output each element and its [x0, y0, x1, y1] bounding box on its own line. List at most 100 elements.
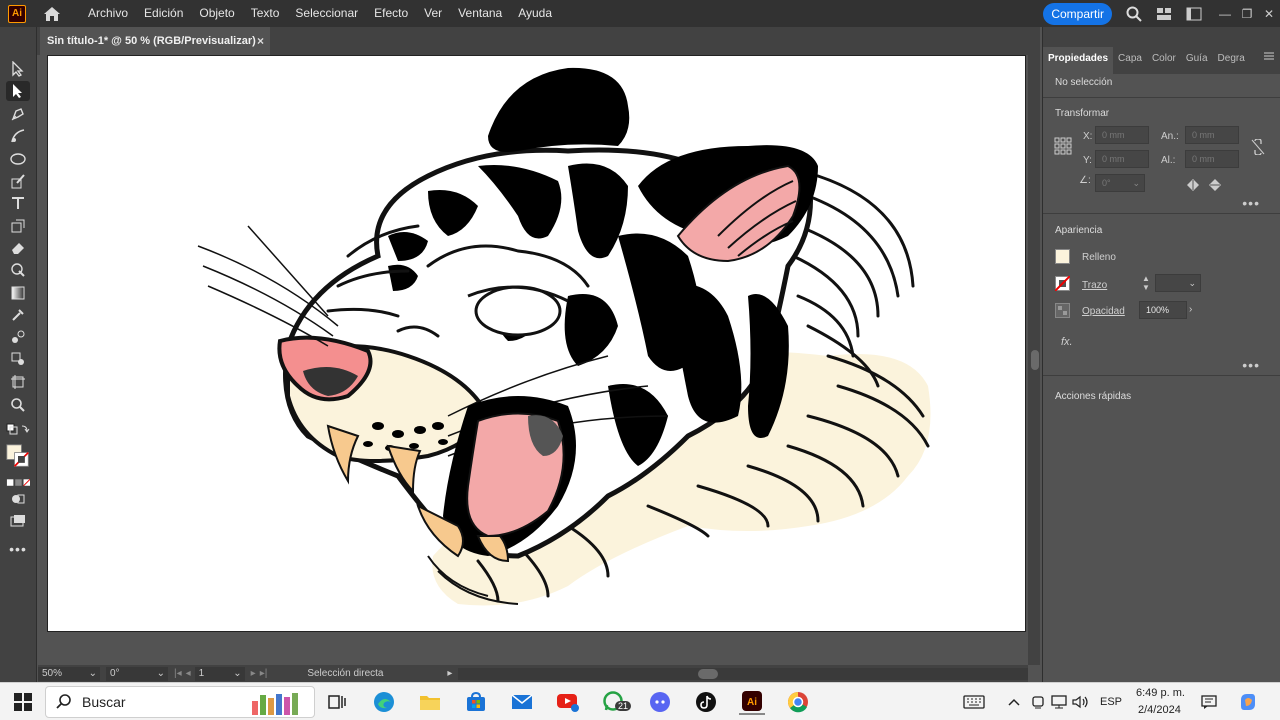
- menu-ayuda[interactable]: Ayuda: [510, 0, 560, 27]
- width-field[interactable]: 0 mm: [1185, 126, 1239, 144]
- y-field[interactable]: 0 mm: [1095, 150, 1149, 168]
- curvature-tool-icon[interactable]: [6, 126, 30, 146]
- next-artboard-icon[interactable]: ▸: [251, 668, 256, 679]
- menu-efecto[interactable]: Efecto: [366, 0, 416, 27]
- menu-texto[interactable]: Texto: [243, 0, 288, 27]
- search-icon[interactable]: [1124, 4, 1144, 24]
- clock-date[interactable]: 2/4/2024: [1138, 704, 1181, 716]
- tiger-illustration[interactable]: [48, 56, 1026, 632]
- previous-artboard-icon[interactable]: ◂: [186, 668, 191, 679]
- gradient-tool-icon[interactable]: [6, 283, 30, 303]
- tab-capas[interactable]: Capa: [1113, 53, 1147, 74]
- artboard-number-field[interactable]: 1 ⌄: [194, 666, 245, 681]
- horizontal-scrollbar[interactable]: [458, 667, 1028, 680]
- tab-propiedades[interactable]: Propiedades: [1043, 47, 1114, 74]
- pen-tool-icon[interactable]: [6, 104, 30, 124]
- fill-stroke-swatch[interactable]: [6, 441, 30, 471]
- type-tool-icon[interactable]: [6, 193, 30, 213]
- clock-time[interactable]: 6:49 p. m.: [1136, 687, 1185, 699]
- windows-start-icon[interactable]: [10, 689, 36, 715]
- artboard-tool-icon[interactable]: [6, 372, 30, 392]
- stroke-weight-dropdown-icon[interactable]: ⌄: [1188, 275, 1196, 291]
- document-tab[interactable]: Sin título-1* @ 50 % (RGB/Previsualizar)…: [40, 27, 270, 55]
- canvas-vertical-scrollbar[interactable]: [1028, 55, 1040, 665]
- first-artboard-icon[interactable]: |◂: [174, 668, 182, 679]
- keyboard-icon[interactable]: [961, 689, 987, 715]
- show-hidden-icons[interactable]: [1004, 689, 1024, 715]
- blend-tool-icon[interactable]: [6, 327, 30, 347]
- whatsapp-icon[interactable]: 21: [601, 689, 632, 715]
- close-window-icon[interactable]: ✕: [1258, 0, 1280, 27]
- discord-icon[interactable]: [647, 689, 673, 715]
- file-explorer-icon[interactable]: [417, 689, 443, 715]
- arrange-documents-icon[interactable]: [1154, 4, 1174, 24]
- zoom-dropdown-icon[interactable]: ⌄: [89, 667, 97, 681]
- meet-now-icon[interactable]: [1028, 689, 1048, 715]
- language-indicator[interactable]: ESP: [1100, 696, 1122, 708]
- reference-point-icon[interactable]: [1054, 137, 1072, 160]
- copilot-icon[interactable]: [1236, 689, 1260, 715]
- stroke-weight-field[interactable]: ⌄: [1155, 274, 1201, 292]
- opacity-arrow-icon[interactable]: ›: [1189, 304, 1192, 315]
- zoom-tool-icon[interactable]: [6, 395, 30, 415]
- network-icon[interactable]: [1049, 689, 1069, 715]
- stroke-weight-stepper[interactable]: ▲ ▼: [1139, 274, 1153, 292]
- status-menu-arrow-icon[interactable]: ▸: [447, 668, 452, 679]
- menu-objeto[interactable]: Objeto: [191, 0, 242, 27]
- menu-seleccionar[interactable]: Seleccionar: [287, 0, 366, 27]
- canvas-area[interactable]: [38, 55, 1028, 665]
- artboard[interactable]: [47, 55, 1026, 632]
- restore-icon[interactable]: ❐: [1236, 0, 1258, 27]
- rotation-field[interactable]: 0° ⌄: [106, 666, 168, 681]
- chrome-icon[interactable]: [785, 689, 811, 715]
- opacity-field[interactable]: 100%: [1139, 301, 1187, 319]
- notifications-icon[interactable]: [1198, 689, 1220, 715]
- close-tab-icon[interactable]: ×: [257, 34, 264, 48]
- direct-selection-tool-icon[interactable]: [6, 81, 30, 101]
- tab-degradado[interactable]: Degra: [1213, 53, 1250, 74]
- flip-horizontal-icon[interactable]: [1186, 178, 1200, 196]
- constrain-proportions-icon[interactable]: [1251, 138, 1265, 160]
- edge-browser-icon[interactable]: [371, 689, 397, 715]
- youtube-app-icon[interactable]: [555, 689, 581, 715]
- tab-guia[interactable]: Guía: [1181, 53, 1213, 74]
- menu-edicion[interactable]: Edición: [136, 0, 191, 27]
- symbol-sprayer-tool-icon[interactable]: [6, 349, 30, 369]
- effects-button[interactable]: fx.: [1061, 336, 1073, 348]
- task-view-icon[interactable]: [324, 689, 350, 715]
- transform-more-options[interactable]: •••: [1242, 195, 1260, 211]
- tab-color[interactable]: Color: [1147, 53, 1181, 74]
- rotate-tool-icon[interactable]: [6, 216, 30, 236]
- vertical-scroll-thumb[interactable]: [1031, 350, 1039, 370]
- rotation-dropdown-icon[interactable]: ⌄: [157, 667, 165, 681]
- menu-ver[interactable]: Ver: [416, 0, 450, 27]
- stroke-swatch[interactable]: [1054, 275, 1071, 296]
- shape-builder-tool-icon[interactable]: [6, 260, 30, 280]
- flip-vertical-icon[interactable]: [1209, 178, 1221, 197]
- x-field[interactable]: 0 mm: [1095, 126, 1149, 144]
- opacity-label[interactable]: Opacidad: [1082, 306, 1125, 317]
- fill-swatch[interactable]: [1055, 249, 1070, 264]
- angle-field[interactable]: 0° ⌄: [1095, 174, 1145, 192]
- zoom-field[interactable]: 50% ⌄: [38, 666, 100, 681]
- minimize-icon[interactable]: —: [1214, 0, 1236, 27]
- microsoft-store-icon[interactable]: [463, 689, 489, 715]
- screen-mode-icon[interactable]: [6, 511, 30, 531]
- home-icon[interactable]: [42, 4, 62, 24]
- workspace-icon[interactable]: [1184, 4, 1204, 24]
- selection-tool-icon[interactable]: [6, 59, 30, 79]
- artboard-dropdown-icon[interactable]: ⌄: [233, 667, 241, 681]
- appearance-more-options[interactable]: •••: [1242, 357, 1260, 373]
- paintbrush-tool-icon[interactable]: [6, 171, 30, 191]
- edit-toolbar-icon[interactable]: •••: [6, 539, 30, 559]
- height-field[interactable]: 0 mm: [1185, 150, 1239, 168]
- default-colors-icon[interactable]: [6, 420, 30, 440]
- volume-icon[interactable]: [1071, 689, 1091, 715]
- eyedropper-tool-icon[interactable]: [6, 305, 30, 325]
- eraser-tool-icon[interactable]: [6, 238, 30, 258]
- mail-icon[interactable]: [509, 689, 535, 715]
- angle-dropdown-icon[interactable]: ⌄: [1132, 175, 1140, 191]
- illustrator-taskbar-icon[interactable]: Ai: [739, 689, 765, 715]
- horizontal-scroll-thumb[interactable]: [698, 668, 719, 679]
- stroke-label[interactable]: Trazo: [1082, 280, 1107, 291]
